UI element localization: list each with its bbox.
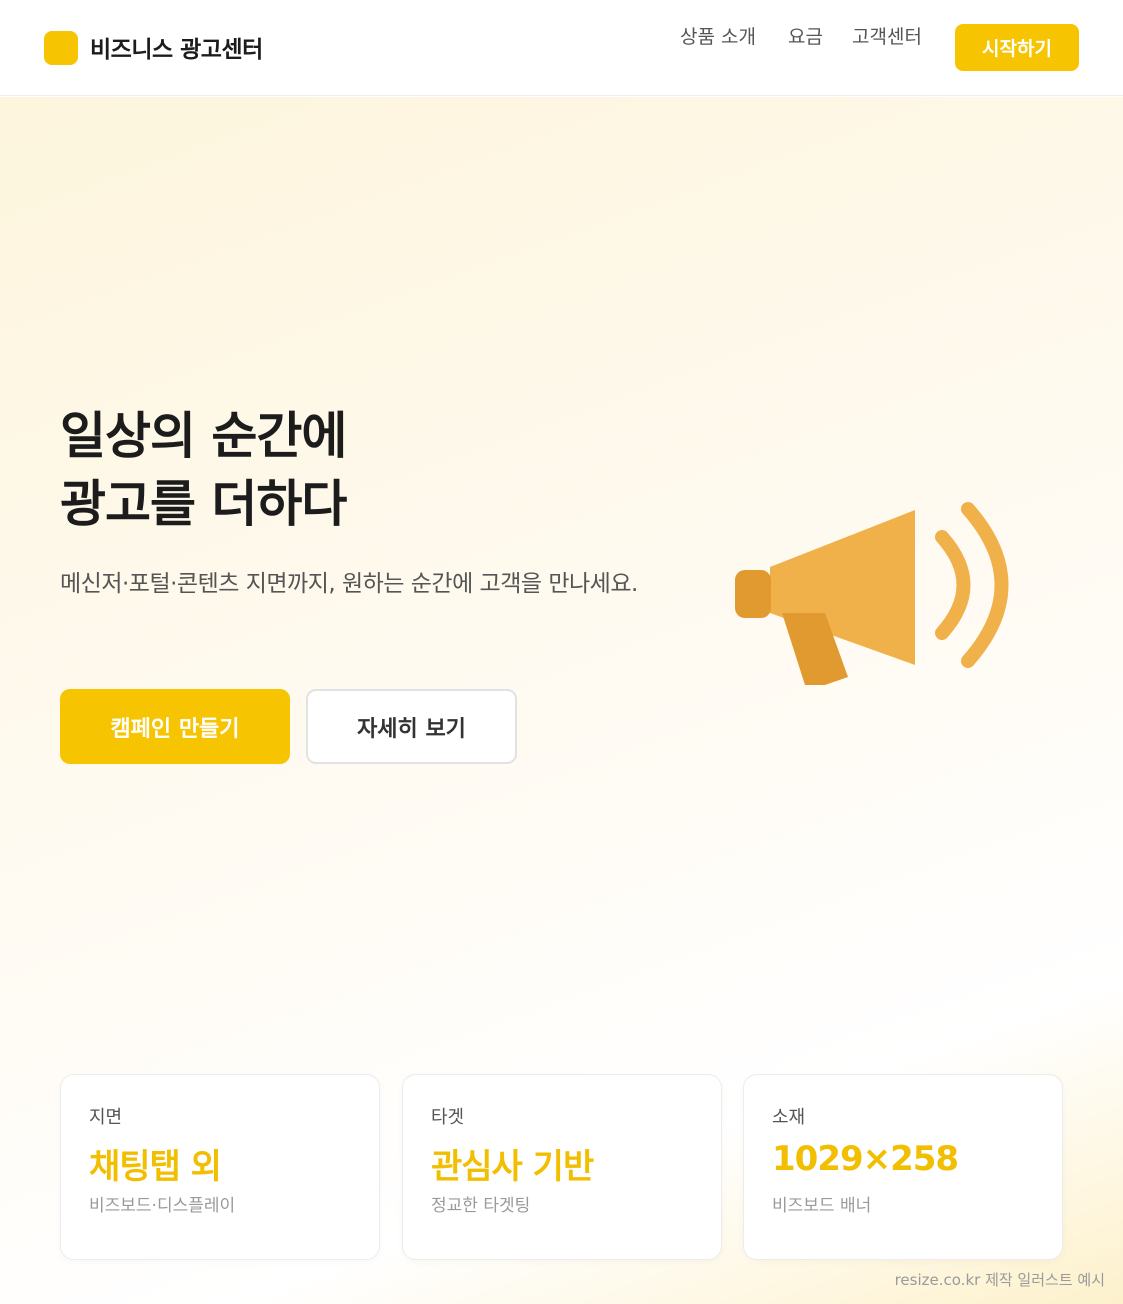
info-card-target: 타겟 관심사 기반 정교한 타겟팅: [402, 1074, 722, 1260]
learn-more-button[interactable]: 자세히 보기: [306, 689, 517, 764]
logo-icon[interactable]: [44, 31, 78, 65]
hero-title-line-1: 일상의 순간에: [60, 407, 347, 465]
megaphone-icon: [730, 495, 1030, 705]
info-card-creative: 소재 1029×258 비즈보드 배너: [743, 1074, 1063, 1260]
create-campaign-button[interactable]: 캠페인 만들기: [60, 689, 290, 764]
card-description: 비즈보드·디스플레이: [89, 1196, 236, 1216]
card-description: 정교한 타겟팅: [431, 1196, 531, 1216]
nav-link-products[interactable]: 상품 소개: [680, 22, 756, 49]
credit-text: resize.co.kr 제작 일러스트 예시: [894, 1271, 1105, 1289]
nav-link-pricing[interactable]: 요금: [788, 22, 823, 49]
card-value: 채팅탭 외: [89, 1147, 222, 1187]
hero-title: 일상의 순간에 광고를 더하다: [60, 402, 347, 538]
hero-subtitle: 메신저·포털·콘텐츠 지면까지, 원하는 순간에 고객을 만나세요.: [60, 571, 638, 597]
card-label: 소재: [772, 1107, 806, 1128]
info-card-placement: 지면 채팅탭 외 비즈보드·디스플레이: [60, 1074, 380, 1260]
card-value: 1029×258: [772, 1139, 959, 1179]
nav-link-support[interactable]: 고객센터: [852, 22, 922, 49]
card-label: 지면: [89, 1107, 123, 1128]
start-button[interactable]: 시작하기: [955, 24, 1079, 71]
site-header: 비즈니스 광고센터 상품 소개 요금 고객센터 시작하기: [0, 0, 1123, 96]
hero-title-line-2: 광고를 더하다: [60, 475, 347, 533]
card-value: 관심사 기반: [431, 1147, 594, 1187]
card-label: 타겟: [431, 1107, 465, 1128]
logo-text[interactable]: 비즈니스 광고센터: [90, 30, 263, 64]
card-description: 비즈보드 배너: [772, 1196, 872, 1216]
